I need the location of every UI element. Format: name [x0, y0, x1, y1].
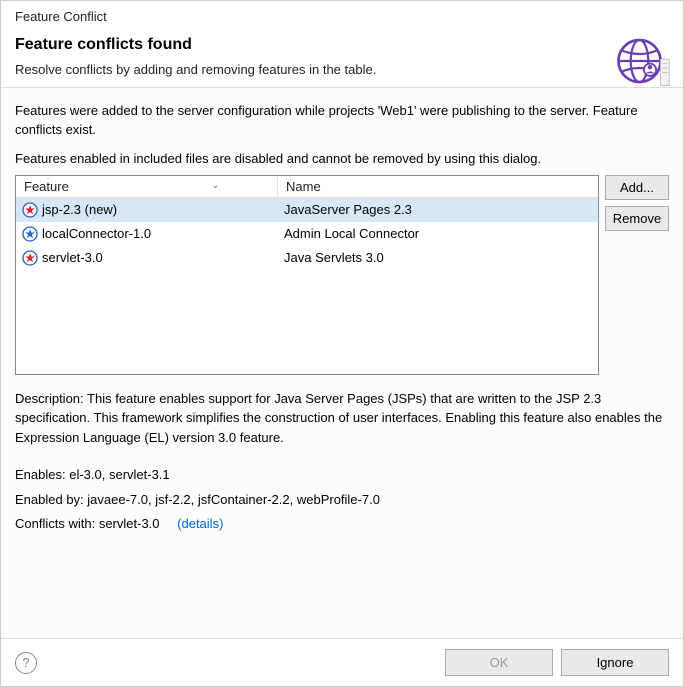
side-button-column: Add... Remove — [605, 175, 669, 375]
intro-text-2: Features enabled in included files are d… — [15, 150, 669, 169]
add-button[interactable]: Add... — [605, 175, 669, 200]
enabled-by-value: javaee-7.0, jsf-2.2, jsfContainer-2.2, w… — [87, 492, 380, 507]
cell-feature: servlet-3.0 — [16, 248, 278, 268]
table-header: Feature ⌄ Name — [16, 176, 598, 198]
feature-icon — [22, 250, 38, 266]
feature-label: servlet-3.0 — [42, 250, 103, 265]
table-row[interactable]: localConnector-1.0 Admin Local Connector — [16, 222, 598, 246]
cell-feature: localConnector-1.0 — [16, 224, 278, 244]
features-table: Feature ⌄ Name jsp-2.3 (new) JavaServer P… — [15, 175, 599, 375]
feature-label: jsp-2.3 (new) — [42, 202, 117, 217]
cell-name: Admin Local Connector — [278, 224, 598, 243]
window-title: Feature Conflict — [15, 9, 669, 24]
cell-name: Java Servlets 3.0 — [278, 248, 598, 267]
feature-label: localConnector-1.0 — [42, 226, 151, 241]
cell-name: JavaServer Pages 2.3 — [278, 200, 598, 219]
table-row[interactable]: jsp-2.3 (new) JavaServer Pages 2.3 — [16, 198, 598, 222]
help-icon[interactable]: ? — [15, 652, 37, 674]
globe-server-icon — [615, 33, 671, 89]
enables-value: el-3.0, servlet-3.1 — [69, 467, 169, 482]
heading: Feature conflicts found — [15, 36, 669, 54]
subheading: Resolve conflicts by adding and removing… — [15, 62, 669, 77]
description-block: Description: This feature enables suppor… — [15, 389, 669, 448]
enables-label: Enables: — [15, 467, 66, 482]
conflicts-label: Conflicts with: — [15, 516, 95, 531]
column-header-feature-label: Feature — [24, 179, 69, 194]
table-body: jsp-2.3 (new) JavaServer Pages 2.3 localC… — [16, 198, 598, 374]
column-header-name[interactable]: Name — [278, 176, 329, 197]
dialog-header: Feature Conflict Feature conflicts found… — [1, 1, 683, 87]
dialog-footer: ? OK Ignore — [1, 639, 683, 686]
details-link[interactable]: (details) — [177, 516, 223, 531]
description-text: This feature enables support for Java Se… — [15, 391, 662, 445]
feature-conflict-dialog: Feature Conflict Feature conflicts found… — [0, 0, 684, 687]
cell-feature: jsp-2.3 (new) — [16, 200, 278, 220]
ok-button[interactable]: OK — [445, 649, 553, 676]
sort-indicator-icon: ⌄ — [211, 180, 219, 191]
enabled-by-label: Enabled by: — [15, 492, 84, 507]
table-row[interactable]: servlet-3.0 Java Servlets 3.0 — [16, 246, 598, 270]
meta-block: Enables: el-3.0, servlet-3.1 Enabled by:… — [15, 463, 669, 537]
remove-button[interactable]: Remove — [605, 206, 669, 231]
description-label: Description: — [15, 391, 84, 406]
feature-icon — [22, 202, 38, 218]
ignore-button[interactable]: Ignore — [561, 649, 669, 676]
feature-icon — [22, 226, 38, 242]
content-area: Features were added to the server config… — [1, 87, 683, 639]
column-header-feature[interactable]: Feature ⌄ — [16, 176, 278, 197]
conflicts-value: servlet-3.0 — [99, 516, 160, 531]
intro-text: Features were added to the server config… — [15, 102, 669, 140]
